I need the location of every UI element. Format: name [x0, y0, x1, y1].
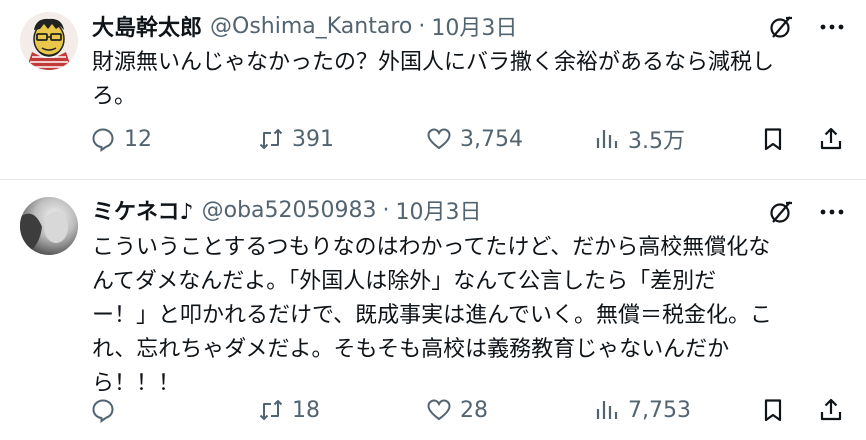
tweet[interactable]: ミケネコ♪ @oba52050983 · 10月3日 こういうことするつもりなの… [0, 181, 866, 440]
grok-slash-circle-icon[interactable] [768, 14, 794, 40]
tweet[interactable]: 大島幹太郎 @Oshima_Kantaro · 10月3日 財源無いんじゃなかっ… [0, 0, 866, 180]
photo-avatar-icon [20, 197, 78, 255]
bookmark-button[interactable] [760, 122, 786, 156]
cartoon-face-avatar-icon [20, 12, 78, 70]
tweet-header: 大島幹太郎 @Oshima_Kantaro · 10月3日 [92, 10, 517, 42]
tweet-text: こういうことするつもりなのはわかってたけど、だから高校無償化な んてダメなんだよ… [92, 235, 773, 396]
bookmark-icon [764, 128, 782, 151]
views-bar-chart-icon [596, 401, 618, 419]
tweet-header-actions [768, 199, 844, 225]
avatar[interactable] [20, 12, 78, 70]
avatar[interactable] [20, 197, 78, 255]
views-button[interactable]: 3.5万 [594, 122, 685, 156]
views-bar-chart-icon [596, 130, 618, 148]
view-count: 3.5万 [628, 129, 685, 154]
separator-dot: · [382, 197, 390, 223]
reply-button[interactable] [90, 393, 124, 427]
retweet-icon [259, 129, 283, 149]
retweet-button[interactable]: 18 [258, 393, 320, 427]
reply-icon [92, 128, 114, 152]
reply-button[interactable]: 12 [90, 122, 152, 156]
retweet-button[interactable]: 391 [258, 122, 334, 156]
tweet-actions: 18 28 7,753 [90, 393, 850, 427]
tweet-actions: 12 391 3,754 3.5万 [90, 122, 850, 156]
like-button[interactable]: 3,754 [426, 122, 523, 156]
tweet-date[interactable]: 10月3日 [396, 194, 482, 226]
heart-icon [427, 128, 451, 150]
tweet-text: 財源無いんじゃなかったの？外国人にバラ撒く余裕があるなら減税し ろ。 [92, 50, 775, 109]
bookmark-icon [764, 399, 782, 422]
grok-slash-circle-icon[interactable] [768, 199, 794, 225]
more-dots-icon[interactable] [820, 14, 844, 40]
like-count: 28 [460, 397, 488, 423]
tweet-header-actions [768, 14, 844, 40]
share-icon [820, 127, 842, 150]
separator-dot: · [418, 13, 426, 39]
bookmark-button[interactable] [760, 393, 786, 427]
share-button[interactable] [818, 393, 844, 427]
tweet-header: ミケネコ♪ @oba52050983 · 10月3日 [92, 194, 482, 226]
display-name[interactable]: 大島幹太郎 [92, 10, 202, 42]
tweet-date[interactable]: 10月3日 [431, 10, 517, 42]
views-button[interactable]: 7,753 [594, 393, 691, 427]
view-count: 7,753 [628, 397, 691, 423]
more-dots-icon[interactable] [820, 199, 844, 225]
share-icon [820, 398, 842, 421]
retweet-icon [259, 400, 283, 420]
share-button[interactable] [818, 122, 844, 156]
reply-count: 12 [124, 126, 152, 152]
display-name[interactable]: ミケネコ♪ [92, 194, 194, 226]
user-handle[interactable]: @Oshima_Kantaro [210, 14, 412, 39]
like-count: 3,754 [460, 126, 523, 152]
reply-icon [92, 399, 114, 423]
retweet-count: 18 [292, 397, 320, 423]
heart-icon [427, 399, 451, 421]
like-button[interactable]: 28 [426, 393, 488, 427]
user-handle[interactable]: @oba52050983 [202, 198, 377, 223]
retweet-count: 391 [292, 126, 334, 152]
